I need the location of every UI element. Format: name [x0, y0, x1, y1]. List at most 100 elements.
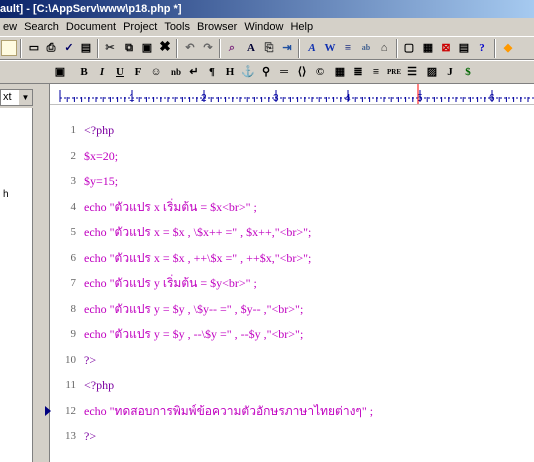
code-text: echo "ตัวแปร y = $y , --\$y =" , --$y ,"… — [84, 327, 304, 341]
tree-item[interactable]: h — [3, 189, 9, 200]
wrap-icon[interactable]: W — [322, 40, 338, 56]
toolbar-separator — [396, 39, 398, 58]
javascript-icon[interactable]: J — [442, 64, 458, 80]
window-icon[interactable]: ▢ — [401, 40, 417, 56]
open-file-icon[interactable] — [1, 40, 17, 56]
code-text: echo "ตัวแปร x = $x , \$x++ =" , $x++,"<… — [84, 225, 312, 239]
color-icon[interactable]: ☺ — [148, 64, 164, 80]
panel-icon[interactable]: ▦ — [420, 40, 436, 56]
php-icon[interactable]: $ — [460, 64, 476, 80]
cut-icon[interactable]: ✂ — [102, 40, 118, 56]
code-text: <?php — [84, 123, 115, 137]
menu-help[interactable]: Help — [287, 18, 317, 36]
standard-toolbar: ▭ ⎙ ✓ ▤ ✂ ⧉ ▣ ✖ ↶ ↷ ⌕ A ⎘ ⇥ A W ≡ ab ⌂ ▢… — [0, 36, 534, 60]
help-icon[interactable]: ? — [474, 40, 490, 56]
extra-tool-icon[interactable]: ◆ — [500, 40, 516, 56]
font-tag-icon[interactable]: F — [130, 64, 146, 80]
comment-icon[interactable]: ⟨⟩ — [294, 64, 310, 80]
line-number: 5 — [70, 226, 77, 238]
code-line[interactable]: 11 <?php — [50, 375, 534, 395]
copyright-icon[interactable]: © — [312, 64, 328, 80]
line-number: 6 — [70, 251, 77, 264]
nbsp-icon[interactable]: nb — [168, 64, 184, 80]
underline-icon[interactable]: U — [112, 64, 128, 80]
menu-search[interactable]: Search — [21, 18, 63, 36]
code-line[interactable]: 5 echo "ตัวแปร x = $x , \$x++ =" , $x++,"… — [50, 222, 534, 242]
new-document-icon[interactable]: ▭ — [26, 40, 42, 56]
print-preview-icon[interactable]: ▤ — [78, 40, 94, 56]
print-icon[interactable]: ⎙ — [43, 40, 59, 56]
goto-icon[interactable]: ⎘ — [261, 40, 277, 56]
code-line[interactable]: 3 $y=15; — [50, 171, 534, 191]
indent-icon[interactable]: ⇥ — [279, 40, 295, 56]
ordered-list-icon[interactable]: ≡ — [368, 64, 384, 80]
image-icon[interactable]: ▨ — [424, 64, 440, 80]
toolbar-separator — [176, 39, 178, 58]
anchor-icon[interactable]: ⚓ — [240, 64, 256, 80]
link-icon[interactable]: ⚲ — [258, 64, 274, 80]
code-line[interactable]: 4 echo "ตัวแปร x เริ่มต้น = $x<br>" ; — [50, 197, 534, 217]
list-icon[interactable]: ≣ — [350, 64, 366, 80]
menu-browser[interactable]: Browser — [194, 18, 241, 36]
menu-bar: ew Search Document Project Tools Browser Windo… — [0, 18, 534, 36]
line-break-icon[interactable]: ↵ — [186, 64, 202, 80]
code-text: echo "ตัวแปร y = $y , \$y-- =" , $y-- ,"… — [84, 301, 304, 316]
tag-icon[interactable]: ⌂ — [376, 40, 392, 56]
hr-icon[interactable]: ═ — [276, 64, 292, 80]
line-number: 2 — [70, 149, 77, 162]
directory-tree[interactable]: h — [0, 108, 33, 462]
code-line[interactable]: 6 echo "ตัวแปร x = $x , ++\$x =" , ++$x,"… — [50, 248, 534, 268]
code-text: echo "ตัวแปร x เริ่มต้น = $x<br>" ; — [84, 199, 257, 214]
line-number: 4 — [70, 200, 77, 213]
menu-view[interactable]: ew — [0, 18, 21, 36]
italic-icon[interactable]: I — [94, 64, 110, 80]
code-text: echo "ทดสอบการพิมพ์ข้อความตัวอักษรภาษาไท… — [84, 403, 374, 418]
line-number: 9 — [70, 328, 77, 340]
delete-icon[interactable]: ✖ — [157, 40, 173, 56]
menu-window[interactable]: Window — [241, 18, 287, 36]
menu-project[interactable]: Project — [120, 18, 161, 36]
title-bar: ault] - [C:\AppServ\www\p18.php *] — [0, 0, 534, 18]
bold-icon[interactable]: B — [76, 64, 92, 80]
find-icon[interactable]: ⌕ — [224, 40, 240, 56]
ruler-mark: 2 — [201, 93, 207, 104]
code-line[interactable]: 13 ?> — [50, 426, 534, 446]
spellcheck-icon[interactable]: ✓ — [61, 40, 77, 56]
code-line[interactable]: 2 $x=20; — [50, 146, 534, 166]
paste-icon[interactable]: ▣ — [139, 40, 155, 56]
line-number: 11 — [65, 379, 76, 391]
ruler-mark: 4 — [345, 93, 351, 104]
redo-icon[interactable]: ↷ — [200, 40, 216, 56]
code-line[interactable]: 9 echo "ตัวแปร y = $y , --\$y =" , --$y ,… — [50, 324, 534, 344]
window-title: ault] - [C:\AppServ\www\p18.php *] — [0, 3, 182, 15]
tile-icon[interactable]: ▤ — [456, 40, 472, 56]
code-line[interactable]: 10 ?> — [50, 350, 534, 370]
code-text: $y=15; — [84, 174, 119, 188]
bullet-list-icon[interactable]: ☰ — [404, 64, 420, 80]
table-icon[interactable]: ▦ — [332, 64, 348, 80]
code-line[interactable]: 1 <?php — [50, 120, 534, 140]
menu-tools[interactable]: Tools — [161, 18, 194, 36]
toolbar-separator — [219, 39, 221, 58]
copy-icon[interactable]: ⧉ — [121, 40, 137, 56]
font-icon[interactable]: A — [304, 40, 320, 56]
code-line[interactable]: 7 echo "ตัวแปร y เริ่มต้น = $y<br>" ; — [50, 273, 534, 293]
line-number: 7 — [70, 277, 77, 289]
code-editor[interactable]: 12345678 1<?php2$x=20;3$y=15;4echo "ตัวแ… — [45, 84, 534, 462]
toolbar-separator — [494, 39, 496, 58]
heading-icon[interactable]: H — [222, 64, 238, 80]
pre-icon[interactable]: PRE — [386, 64, 402, 80]
code-line[interactable]: 8 echo "ตัวแปร y = $y , \$y-- =" , $y-- ,… — [50, 299, 534, 319]
replace-icon[interactable]: A — [243, 40, 259, 56]
close-panel-icon[interactable]: ⊠ — [438, 40, 454, 56]
chevron-down-icon[interactable]: ▼ — [18, 90, 32, 105]
align-icon[interactable]: ≡ — [340, 40, 356, 56]
undo-icon[interactable]: ↶ — [182, 40, 198, 56]
filter-combo[interactable]: xt ▼ — [0, 89, 33, 106]
menu-document[interactable]: Document — [63, 18, 120, 36]
quick-start-icon[interactable]: ▣ — [52, 64, 68, 80]
word-count-icon[interactable]: ab — [358, 40, 374, 56]
line-number: 13 — [65, 430, 76, 442]
code-line[interactable]: 12 echo "ทดสอบการพิมพ์ข้อความตัวอักษรภาษา… — [45, 401, 534, 421]
paragraph-icon[interactable]: ¶ — [204, 64, 220, 80]
